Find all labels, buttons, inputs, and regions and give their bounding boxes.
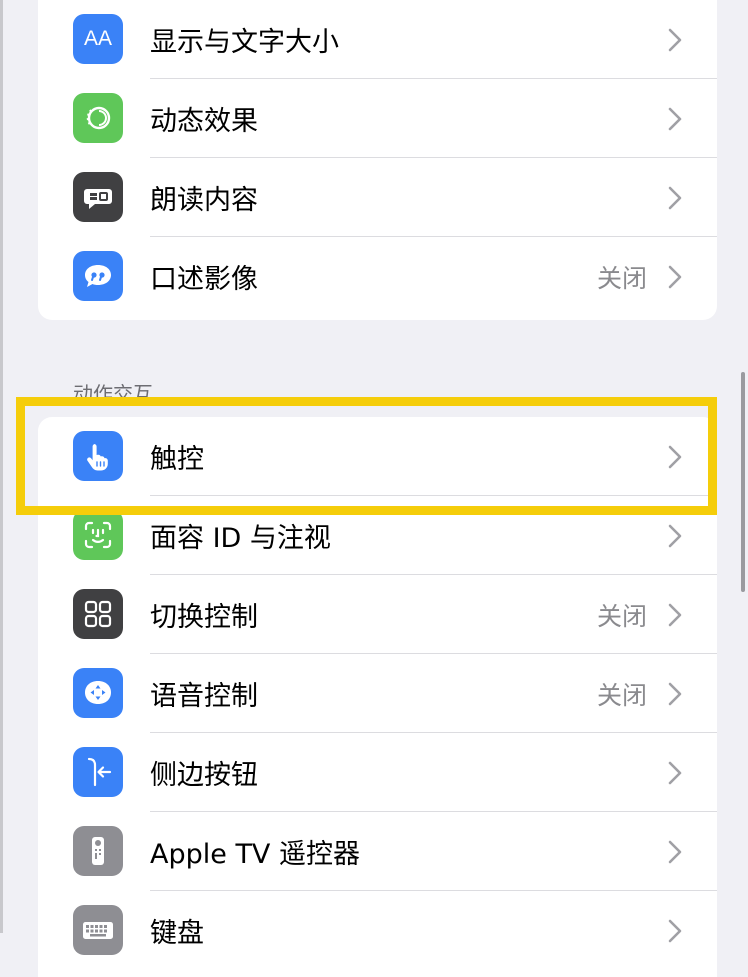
chevron-right-icon (668, 812, 682, 891)
chevron-right-icon (668, 654, 682, 733)
row-switch-control[interactable]: 切换控制 关闭 (38, 575, 717, 654)
row-touch[interactable]: 触控 (38, 417, 717, 496)
chevron-right-icon (668, 733, 682, 812)
motor-settings-group: 触控 面容 ID 与注视 切换控制 关闭 语音控制 关闭 侧边按钮 Apple … (38, 417, 717, 977)
left-edge (0, 0, 3, 933)
side-button-icon (73, 747, 123, 797)
spoken-content-icon (73, 172, 123, 222)
chevron-right-icon (668, 417, 682, 496)
row-label: 侧边按钮 (150, 760, 258, 791)
chevron-right-icon (668, 158, 682, 237)
row-label: 键盘 (150, 918, 204, 949)
chevron-right-icon (668, 496, 682, 575)
row-label: 触控 (150, 444, 204, 475)
row-audio-descriptions[interactable]: 口述影像 关闭 (38, 237, 717, 316)
switch-control-icon (73, 589, 123, 639)
row-value: 关闭 (596, 680, 647, 710)
row-display-text-size[interactable]: AA 显示与文字大小 (38, 0, 717, 79)
row-value: 关闭 (596, 263, 647, 293)
chevron-right-icon (668, 891, 682, 970)
row-label: 切换控制 (150, 602, 258, 633)
row-label: 语音控制 (150, 681, 258, 712)
touch-hand-icon (73, 431, 123, 481)
keyboard-icon (73, 905, 123, 955)
row-value: 关闭 (596, 601, 647, 631)
row-apple-tv-remote[interactable]: Apple TV 遥控器 (38, 812, 717, 891)
section-header-motor: 动作交互 (73, 382, 153, 406)
text-size-icon: AA (73, 14, 123, 64)
motion-icon (73, 93, 123, 143)
chevron-right-icon (668, 575, 682, 654)
chevron-right-icon (668, 0, 682, 79)
scroll-indicator[interactable] (741, 372, 745, 592)
row-side-button[interactable]: 侧边按钮 (38, 733, 717, 812)
apple-tv-remote-icon (73, 826, 123, 876)
text-size-icon-glyph: AA (83, 27, 112, 50)
row-keyboard[interactable]: 键盘 (38, 891, 717, 970)
row-label: 口述影像 (150, 264, 258, 295)
vision-settings-group: AA 显示与文字大小 动态效果 朗读内容 口述影像 关闭 (38, 0, 717, 320)
row-label: Apple TV 遥控器 (150, 839, 360, 870)
row-face-id-attention[interactable]: 面容 ID 与注视 (38, 496, 717, 575)
face-id-icon (73, 510, 123, 560)
row-voice-control[interactable]: 语音控制 关闭 (38, 654, 717, 733)
row-label: 朗读内容 (150, 185, 258, 216)
row-label: 动态效果 (150, 106, 258, 137)
chevron-right-icon (668, 79, 682, 158)
row-label: 面容 ID 与注视 (150, 523, 331, 554)
row-motion[interactable]: 动态效果 (38, 79, 717, 158)
row-label: 显示与文字大小 (150, 27, 339, 58)
row-spoken-content[interactable]: 朗读内容 (38, 158, 717, 237)
audio-description-icon (73, 251, 123, 301)
chevron-right-icon (668, 237, 682, 316)
voice-control-icon (73, 668, 123, 718)
